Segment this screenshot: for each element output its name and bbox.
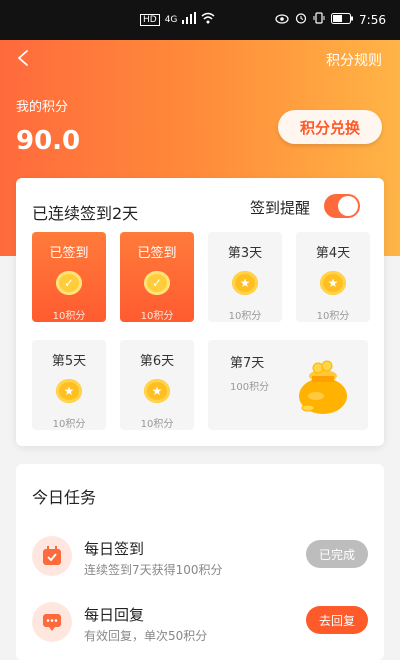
star-coin-icon: ★ <box>144 379 170 403</box>
day-card-3[interactable]: 第3天 ★ 10积分 <box>208 232 282 322</box>
day-card-4[interactable]: 第4天 ★ 10积分 <box>296 232 370 322</box>
day-label: 已签到 <box>49 246 89 261</box>
checkin-streak-title: 已连续签到2天 <box>32 204 139 223</box>
task-description: 连续签到7天获得100积分 <box>84 563 223 577</box>
points-exchange-button[interactable]: 积分兑换 <box>278 110 382 144</box>
battery-icon <box>331 12 354 28</box>
clock: 7:56 <box>359 13 386 27</box>
status-bar-right-icons: 7:56 <box>275 12 386 28</box>
signal-icon <box>182 12 197 28</box>
day-label: 第4天 <box>315 246 351 261</box>
status-bar: HD 4G 7:56 <box>0 0 400 40</box>
task-description: 有效回复，单次50积分 <box>84 629 208 643</box>
task-completed-button[interactable]: 已完成 <box>306 540 368 568</box>
task-title: 每日签到 <box>84 540 145 558</box>
go-reply-button[interactable]: 去回复 <box>306 606 368 634</box>
star-coin-icon: ★ <box>56 379 82 403</box>
reminder-label: 签到提醒 <box>249 199 310 217</box>
hd-icon: HD <box>140 14 160 26</box>
coin-bag-icon <box>296 356 350 416</box>
wifi-icon <box>201 12 215 28</box>
day-card-2[interactable]: 已签到 ✓ 10积分 <box>120 232 194 322</box>
check-coin-icon: ✓ <box>56 271 82 295</box>
checkin-card: 已连续签到2天 签到提醒 已签到 ✓ 10积分 已签到 ✓ 10积分 第3天 ★… <box>16 178 384 446</box>
reminder-toggle[interactable] <box>324 194 360 218</box>
my-points-label: 我的积分 <box>16 100 69 115</box>
my-points-value: 90.0 <box>16 126 81 156</box>
day-card-6[interactable]: 第6天 ★ 10积分 <box>120 340 194 430</box>
task-title: 每日回复 <box>84 606 145 624</box>
day-card-7[interactable]: 第7天 100积分 <box>208 340 368 430</box>
day-label: 第7天 <box>230 356 265 371</box>
day-points: 10积分 <box>228 311 262 322</box>
points-rules-link[interactable]: 积分规则 <box>326 50 382 70</box>
day-points: 10积分 <box>316 311 350 322</box>
day-card-1[interactable]: 已签到 ✓ 10积分 <box>32 232 106 322</box>
network-type: 4G <box>164 15 178 25</box>
star-coin-icon: ★ <box>232 271 258 295</box>
tasks-title: 今日任务 <box>32 488 97 507</box>
day-card-5[interactable]: 第5天 ★ 10积分 <box>32 340 106 430</box>
task-item-daily-reply: 每日回复 有效回复，单次50积分 去回复 <box>16 598 384 654</box>
calendar-icon <box>32 536 72 576</box>
day-points: 10积分 <box>140 419 174 430</box>
message-icon <box>32 602 72 642</box>
star-coin-icon: ★ <box>320 271 346 295</box>
tasks-card: 今日任务 每日签到 连续签到7天获得100积分 已完成 每日回复 有效回复，单次… <box>16 464 384 660</box>
day-label: 已签到 <box>137 246 177 261</box>
day-points: 10积分 <box>140 311 174 322</box>
eye-icon <box>275 13 289 28</box>
toggle-knob <box>338 196 358 216</box>
day-label: 第6天 <box>139 354 175 369</box>
day-points: 10积分 <box>52 311 86 322</box>
alarm-icon <box>295 12 307 28</box>
day-label: 第3天 <box>227 246 263 261</box>
day-label: 第5天 <box>51 354 87 369</box>
back-icon[interactable] <box>14 48 34 68</box>
day-points: 100积分 <box>230 382 270 393</box>
check-coin-icon: ✓ <box>144 271 170 295</box>
day-points: 10积分 <box>52 419 86 430</box>
status-bar-left-icons: HD 4G <box>140 12 215 28</box>
vibrate-icon <box>313 12 325 28</box>
task-item-daily-checkin: 每日签到 连续签到7天获得100积分 已完成 <box>16 532 384 588</box>
